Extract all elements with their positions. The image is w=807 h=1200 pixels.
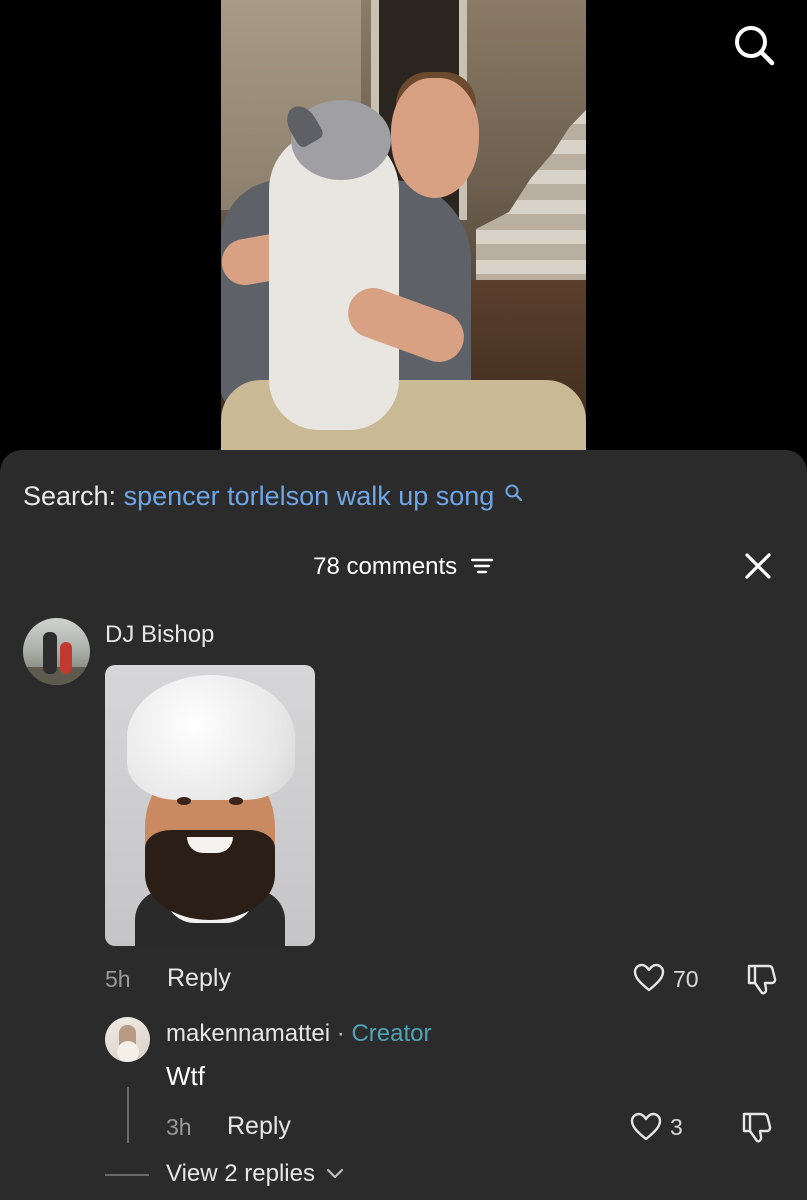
heart-icon[interactable] bbox=[633, 963, 665, 993]
thread-line bbox=[127, 1087, 129, 1143]
comments-sheet: Search: spencer torlelson walk up song 7… bbox=[0, 450, 807, 1200]
close-icon[interactable] bbox=[742, 550, 774, 582]
separator-dot: · bbox=[336, 1020, 345, 1047]
comments-header: 78 comments bbox=[0, 552, 807, 582]
video-person-head bbox=[391, 78, 479, 198]
search-query-link[interactable]: spencer torlelson walk up song bbox=[124, 481, 495, 511]
search-icon[interactable] bbox=[733, 24, 775, 66]
filter-icon[interactable] bbox=[470, 556, 494, 576]
view-replies-line bbox=[105, 1174, 149, 1176]
search-icon bbox=[505, 484, 522, 502]
reply-avatar[interactable] bbox=[105, 1017, 150, 1062]
view-replies-label: View 2 replies bbox=[166, 1160, 315, 1187]
creator-badge: Creator bbox=[351, 1020, 432, 1047]
search-suggestion[interactable]: Search: spencer torlelson walk up song bbox=[23, 480, 524, 512]
reply-author-row: makennamattei · Creator bbox=[166, 1019, 431, 1049]
thumbs-down-icon[interactable] bbox=[740, 1110, 774, 1144]
thumbs-down-icon[interactable] bbox=[745, 962, 779, 996]
comment-time: 5h bbox=[105, 966, 131, 992]
reply-username[interactable]: makennamattei bbox=[166, 1020, 330, 1047]
reply-button[interactable]: Reply bbox=[227, 1112, 291, 1141]
video-player[interactable] bbox=[221, 0, 586, 450]
search-prefix: Search: bbox=[23, 481, 117, 511]
comment-actions: 5h Reply 70 bbox=[105, 962, 805, 996]
reply-actions: 3h Reply 3 bbox=[166, 1110, 806, 1144]
video-background-stairs bbox=[476, 110, 586, 280]
comment-image[interactable] bbox=[105, 665, 315, 946]
comment-username[interactable]: DJ Bishop bbox=[105, 620, 214, 650]
comments-count: 78 comments bbox=[313, 553, 458, 580]
reply-text: Wtf bbox=[166, 1061, 205, 1091]
view-replies-button[interactable]: View 2 replies bbox=[166, 1158, 344, 1190]
reply-button[interactable]: Reply bbox=[167, 964, 231, 993]
reply-time: 3h bbox=[166, 1114, 192, 1140]
like-count: 70 bbox=[673, 966, 699, 992]
avatar[interactable] bbox=[23, 618, 90, 685]
heart-icon[interactable] bbox=[630, 1112, 662, 1142]
like-count: 3 bbox=[670, 1114, 683, 1140]
video-area[interactable] bbox=[0, 0, 807, 460]
chevron-down-icon bbox=[326, 1168, 343, 1178]
